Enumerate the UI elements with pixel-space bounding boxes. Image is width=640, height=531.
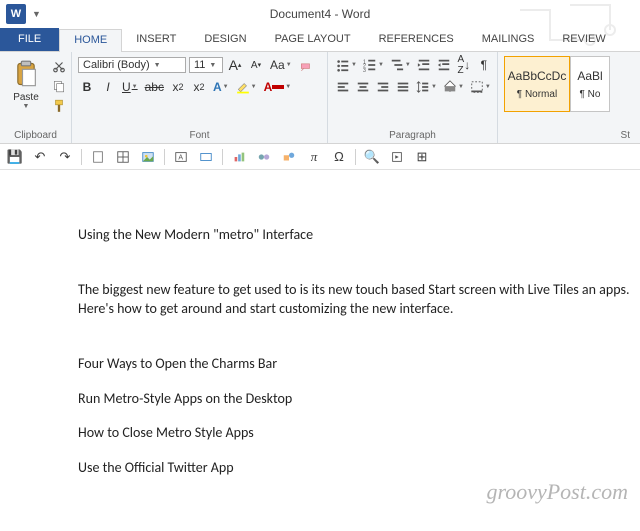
grow-font-button[interactable]: A▴ bbox=[226, 56, 244, 74]
ribbon-tabs: FILE HOME INSERT DESIGN PAGE LAYOUT REFE… bbox=[0, 28, 640, 52]
window-title: Document4 - Word bbox=[270, 7, 370, 21]
undo-button[interactable]: ↶ bbox=[31, 148, 49, 166]
group-paragraph: ▼ 123▼ ▼ AZ↓ ¶ ▼ ▼ ▼ bbox=[328, 52, 498, 143]
shading-button[interactable]: ▼ bbox=[441, 78, 466, 96]
word-app-icon: W bbox=[6, 4, 26, 24]
separator bbox=[222, 149, 223, 165]
tab-design[interactable]: DESIGN bbox=[190, 28, 260, 51]
quick-access-toolbar: 💾 ↶ ↷ A π Ω 🔍 ⊞ bbox=[0, 144, 640, 170]
font-size-combo[interactable]: 11▼ bbox=[189, 57, 223, 73]
ribbon: Paste ▼ Clipboard Calibri (Body)▼ bbox=[0, 52, 640, 144]
clear-formatting-button[interactable] bbox=[297, 56, 315, 74]
text-effects-button[interactable]: A▼ bbox=[211, 78, 231, 96]
tab-insert[interactable]: INSERT bbox=[122, 28, 190, 51]
justify-button[interactable] bbox=[394, 78, 412, 96]
tab-page-layout[interactable]: PAGE LAYOUT bbox=[261, 28, 365, 51]
tab-mailings[interactable]: MAILINGS bbox=[468, 28, 549, 51]
tab-references[interactable]: REFERENCES bbox=[365, 28, 468, 51]
increase-indent-button[interactable] bbox=[435, 56, 453, 74]
format-painter-button[interactable] bbox=[50, 98, 68, 114]
equation-button[interactable]: π bbox=[305, 148, 323, 166]
paste-button[interactable]: Paste ▼ bbox=[6, 56, 46, 112]
doc-item-3: How to Close Metro Style Apps bbox=[78, 424, 640, 443]
numbering-button[interactable]: 123▼ bbox=[361, 56, 386, 74]
symbol-button[interactable]: Ω bbox=[330, 148, 348, 166]
table-button[interactable] bbox=[114, 148, 132, 166]
font-name-combo[interactable]: Calibri (Body)▼ bbox=[78, 57, 186, 73]
document-body[interactable]: Using the New Modern "metro" Interface T… bbox=[0, 170, 640, 478]
doc-item-4: Use the Official Twitter App bbox=[78, 459, 640, 478]
svg-text:A: A bbox=[178, 154, 183, 161]
hyperlink-button[interactable] bbox=[197, 148, 215, 166]
change-case-button[interactable]: Aa▼ bbox=[268, 56, 294, 74]
group-clipboard: Paste ▼ Clipboard bbox=[0, 52, 72, 143]
underline-button[interactable]: U▼ bbox=[120, 78, 140, 96]
align-right-button[interactable] bbox=[374, 78, 392, 96]
group-styles: AaBbCcDc ¶ Normal AaBl ¶ No St bbox=[498, 52, 640, 143]
doc-item-2: Run Metro-Style Apps on the Desktop bbox=[78, 390, 640, 409]
doc-paragraph: The biggest new feature to get used to i… bbox=[78, 281, 640, 319]
chevron-down-icon: ▼ bbox=[23, 103, 30, 110]
group-font-label: Font bbox=[78, 128, 321, 141]
subscript-button[interactable]: x2 bbox=[169, 78, 187, 96]
strikethrough-button[interactable]: abc bbox=[143, 78, 166, 96]
doc-heading: Using the New Modern "metro" Interface bbox=[78, 226, 640, 245]
save-button[interactable]: 💾 bbox=[6, 148, 24, 166]
redo-button[interactable]: ↷ bbox=[56, 148, 74, 166]
shapes-button[interactable] bbox=[280, 148, 298, 166]
paste-icon bbox=[10, 58, 42, 90]
group-paragraph-label: Paragraph bbox=[334, 128, 491, 141]
group-clipboard-label: Clipboard bbox=[6, 128, 65, 141]
textbox-button[interactable]: A bbox=[172, 148, 190, 166]
svg-text:3: 3 bbox=[363, 68, 366, 72]
macros-button[interactable] bbox=[388, 148, 406, 166]
shrink-font-button[interactable]: A▾ bbox=[247, 56, 265, 74]
highlight-button[interactable]: ▼ bbox=[234, 78, 259, 96]
tab-home[interactable]: HOME bbox=[59, 29, 122, 52]
zoom-button[interactable]: 🔍 bbox=[363, 148, 381, 166]
superscript-button[interactable]: x2 bbox=[190, 78, 208, 96]
paste-label: Paste bbox=[13, 92, 39, 103]
align-left-button[interactable] bbox=[334, 78, 352, 96]
watermark: groovyPost.com bbox=[486, 479, 628, 505]
sort-button[interactable]: AZ↓ bbox=[455, 56, 473, 74]
font-color-button[interactable]: A▼ bbox=[262, 78, 294, 96]
tab-file[interactable]: FILE bbox=[0, 28, 59, 51]
group-font: Calibri (Body)▼ 11▼ A▴ A▾ Aa▼ B I U▼ abc… bbox=[72, 52, 328, 143]
smartart-button[interactable] bbox=[255, 148, 273, 166]
line-spacing-button[interactable]: ▼ bbox=[414, 78, 439, 96]
decrease-indent-button[interactable] bbox=[415, 56, 433, 74]
style-no-spacing[interactable]: AaBl ¶ No bbox=[570, 56, 610, 112]
bold-button[interactable]: B bbox=[78, 78, 96, 96]
show-marks-button[interactable]: ¶ bbox=[475, 56, 493, 74]
borders-button[interactable]: ▼ bbox=[468, 78, 493, 96]
new-button[interactable] bbox=[89, 148, 107, 166]
align-center-button[interactable] bbox=[354, 78, 372, 96]
cut-button[interactable] bbox=[50, 58, 68, 74]
tab-review[interactable]: REVIEW bbox=[548, 28, 619, 51]
bullets-button[interactable]: ▼ bbox=[334, 56, 359, 74]
chart-button[interactable] bbox=[230, 148, 248, 166]
multilevel-list-button[interactable]: ▼ bbox=[388, 56, 413, 74]
separator bbox=[355, 149, 356, 165]
qat-customize-icon[interactable]: ▼ bbox=[32, 9, 41, 19]
italic-button[interactable]: I bbox=[99, 78, 117, 96]
copy-button[interactable] bbox=[50, 78, 68, 94]
group-styles-label: St bbox=[504, 128, 634, 141]
picture-button[interactable] bbox=[139, 148, 157, 166]
more-button[interactable]: ⊞ bbox=[413, 148, 431, 166]
separator bbox=[164, 149, 165, 165]
separator bbox=[81, 149, 82, 165]
title-bar: W ▼ Document4 - Word bbox=[0, 0, 640, 28]
doc-item-1: Four Ways to Open the Charms Bar bbox=[78, 355, 640, 374]
style-normal[interactable]: AaBbCcDc ¶ Normal bbox=[504, 56, 570, 112]
